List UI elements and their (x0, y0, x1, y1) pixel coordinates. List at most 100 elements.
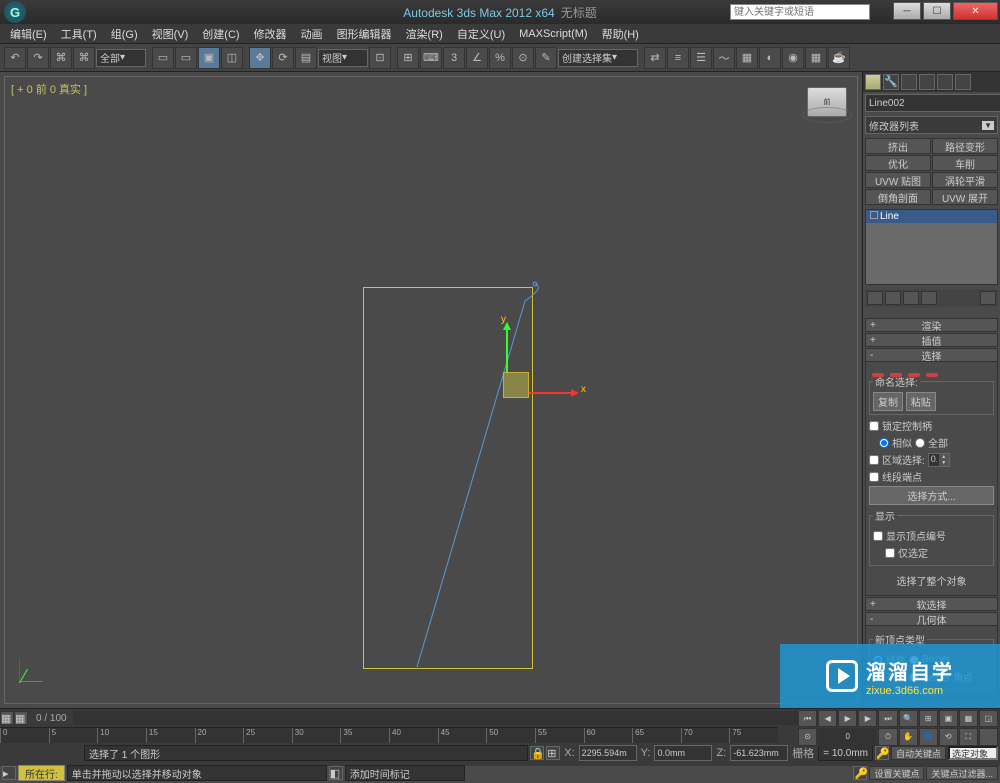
edit-named-sel-icon[interactable]: ✎ (535, 47, 557, 69)
goto-start-icon[interactable]: ⏮ (798, 710, 817, 727)
stack-item-line[interactable]: Line (866, 210, 997, 223)
redo-icon[interactable]: ↷ (27, 47, 49, 69)
add-time-tag[interactable]: 添加时间标记 (345, 765, 465, 781)
play-icon[interactable]: ▶ (838, 710, 857, 727)
time-config-icon[interactable]: ⏱ (878, 728, 897, 745)
render-setup-icon[interactable]: ◉ (782, 47, 804, 69)
angle-snap-icon[interactable]: ∠ (466, 47, 488, 69)
similar-radio[interactable] (879, 438, 889, 448)
zoom-extents-icon[interactable]: ▣ (939, 710, 958, 727)
snap-toggle-icon[interactable]: 3 (443, 47, 465, 69)
show-vertex-num-checkbox[interactable] (873, 531, 883, 541)
remove-mod-icon[interactable] (921, 291, 937, 305)
minimize-button[interactable]: ─ (893, 2, 921, 20)
viewport-label[interactable]: [ + 0 前 0 真实 ] (11, 81, 87, 97)
scale-icon[interactable]: ▤ (295, 47, 317, 69)
timeline-config-icon[interactable]: ▦ (0, 711, 14, 725)
unique-icon[interactable] (903, 291, 919, 305)
menu-maxscript[interactable]: MAXScript(M) (513, 26, 593, 42)
prev-frame-icon[interactable]: ◀ (818, 710, 837, 727)
app-icon[interactable]: G (4, 1, 26, 23)
area-value-input[interactable] (929, 454, 939, 464)
selection-filter-dropdown[interactable]: 全部 ▾ (96, 49, 146, 67)
area-select-checkbox[interactable] (869, 455, 879, 465)
all-radio[interactable] (915, 438, 925, 448)
y-coord-input[interactable] (654, 745, 712, 761)
show-end-icon[interactable] (885, 291, 901, 305)
move-icon[interactable]: ✥ (249, 47, 271, 69)
menu-help[interactable]: 帮助(H) (596, 24, 645, 44)
x-coord-input[interactable] (579, 745, 637, 761)
next-frame-icon[interactable]: ▶ (858, 710, 877, 727)
manipulate-icon[interactable]: ⊞ (397, 47, 419, 69)
curve-editor-icon[interactable]: 〜 (713, 47, 735, 69)
optimize-button[interactable]: 优化 (865, 155, 931, 171)
menu-create[interactable]: 创建(C) (196, 24, 245, 44)
rollout-selection[interactable]: -选择 (865, 348, 998, 362)
close-button[interactable]: ✕ (953, 2, 998, 20)
pin-stack-icon[interactable] (867, 291, 883, 305)
zoom-icon[interactable]: 🔍 (899, 710, 918, 727)
menu-animation[interactable]: 动画 (295, 24, 329, 44)
zoom-all-icon[interactable]: ⊞ (919, 710, 938, 727)
orbit-icon[interactable]: ⟲ (939, 728, 958, 745)
pan-icon[interactable]: ✋ (899, 728, 918, 745)
extrude-button[interactable]: 挤出 (865, 138, 931, 154)
select-name-icon[interactable]: ▭ (175, 47, 197, 69)
select-by-button[interactable]: 选择方式... (869, 486, 994, 505)
frame-input[interactable]: 0 (818, 728, 877, 745)
mirror-icon[interactable]: ⇄ (644, 47, 666, 69)
timeline-track[interactable] (73, 711, 860, 725)
only-selected-checkbox[interactable] (885, 548, 895, 558)
menu-graph-editors[interactable]: 图形编辑器 (331, 24, 398, 44)
timeline-ruler[interactable]: 05 1015 2025 3035 4045 5055 6065 7075 (0, 727, 778, 743)
align-icon[interactable]: ≡ (667, 47, 689, 69)
window-crossing-icon[interactable]: ◫ (221, 47, 243, 69)
bevel-profile-button[interactable]: 倒角剖面 (865, 189, 931, 205)
path-deform-button[interactable]: 路径变形 (932, 138, 998, 154)
rollout-geometry[interactable]: -几何体 (865, 612, 998, 626)
modify-tab-icon[interactable]: 🔧 (883, 74, 899, 90)
keyboard-icon[interactable]: ⌨ (420, 47, 442, 69)
move-gizmo[interactable]: x y (503, 372, 529, 398)
create-tab-icon[interactable] (865, 74, 881, 90)
lock-handles-checkbox[interactable] (869, 421, 879, 431)
select-rect-icon[interactable]: ▣ (198, 47, 220, 69)
prompt-arrow-icon[interactable]: ▸ (2, 766, 16, 780)
render-icon[interactable]: ☕ (828, 47, 850, 69)
rotate-icon[interactable]: ⟳ (272, 47, 294, 69)
zoom-extents-all-icon[interactable]: ▦ (959, 710, 978, 727)
modifier-list-dropdown[interactable]: 修改器列表 (865, 116, 998, 134)
schematic-icon[interactable]: ▦ (736, 47, 758, 69)
gizmo-x-axis[interactable] (529, 392, 573, 394)
select-object-icon[interactable]: ▭ (152, 47, 174, 69)
key-mode-icon[interactable]: ⊙ (798, 728, 817, 745)
menu-views[interactable]: 视图(V) (146, 24, 195, 44)
rollout-interp[interactable]: +插值 (865, 333, 998, 347)
unlink-icon[interactable]: ⌘ (73, 47, 95, 69)
copy-button[interactable]: 复制 (873, 392, 903, 411)
render-frame-icon[interactable]: ▦ (805, 47, 827, 69)
percent-snap-icon[interactable]: % (489, 47, 511, 69)
named-selection-dropdown[interactable]: 创建选择集 ▾ (558, 49, 638, 67)
paste-button[interactable]: 粘贴 (906, 392, 936, 411)
goto-end-icon[interactable]: ⏭ (878, 710, 897, 727)
time-tag-icon[interactable]: ◧ (329, 766, 343, 780)
menu-edit[interactable]: 编辑(E) (4, 24, 53, 44)
pivot-icon[interactable]: ⊡ (369, 47, 391, 69)
maximize-button[interactable]: ☐ (923, 2, 951, 20)
menu-tools[interactable]: 工具(T) (55, 24, 103, 44)
motion-tab-icon[interactable] (919, 74, 935, 90)
timeline-config2-icon[interactable]: ▦ (14, 711, 28, 725)
undo-icon[interactable]: ↶ (4, 47, 26, 69)
keyfilter-button[interactable]: 关键点过滤器... (926, 766, 998, 780)
rollout-softsel[interactable]: +软选择 (865, 597, 998, 611)
turbosmooth-button[interactable]: 涡轮平滑 (932, 172, 998, 188)
object-name-input[interactable] (865, 94, 1000, 112)
abs-rel-icon[interactable]: ⊞ (546, 746, 560, 760)
setkey-icon[interactable]: 🔑 (853, 766, 867, 780)
subobject-icons[interactable] (869, 369, 994, 370)
z-coord-input[interactable] (730, 745, 788, 761)
modifier-stack[interactable]: Line (865, 209, 998, 285)
lathe-button[interactable]: 车削 (932, 155, 998, 171)
